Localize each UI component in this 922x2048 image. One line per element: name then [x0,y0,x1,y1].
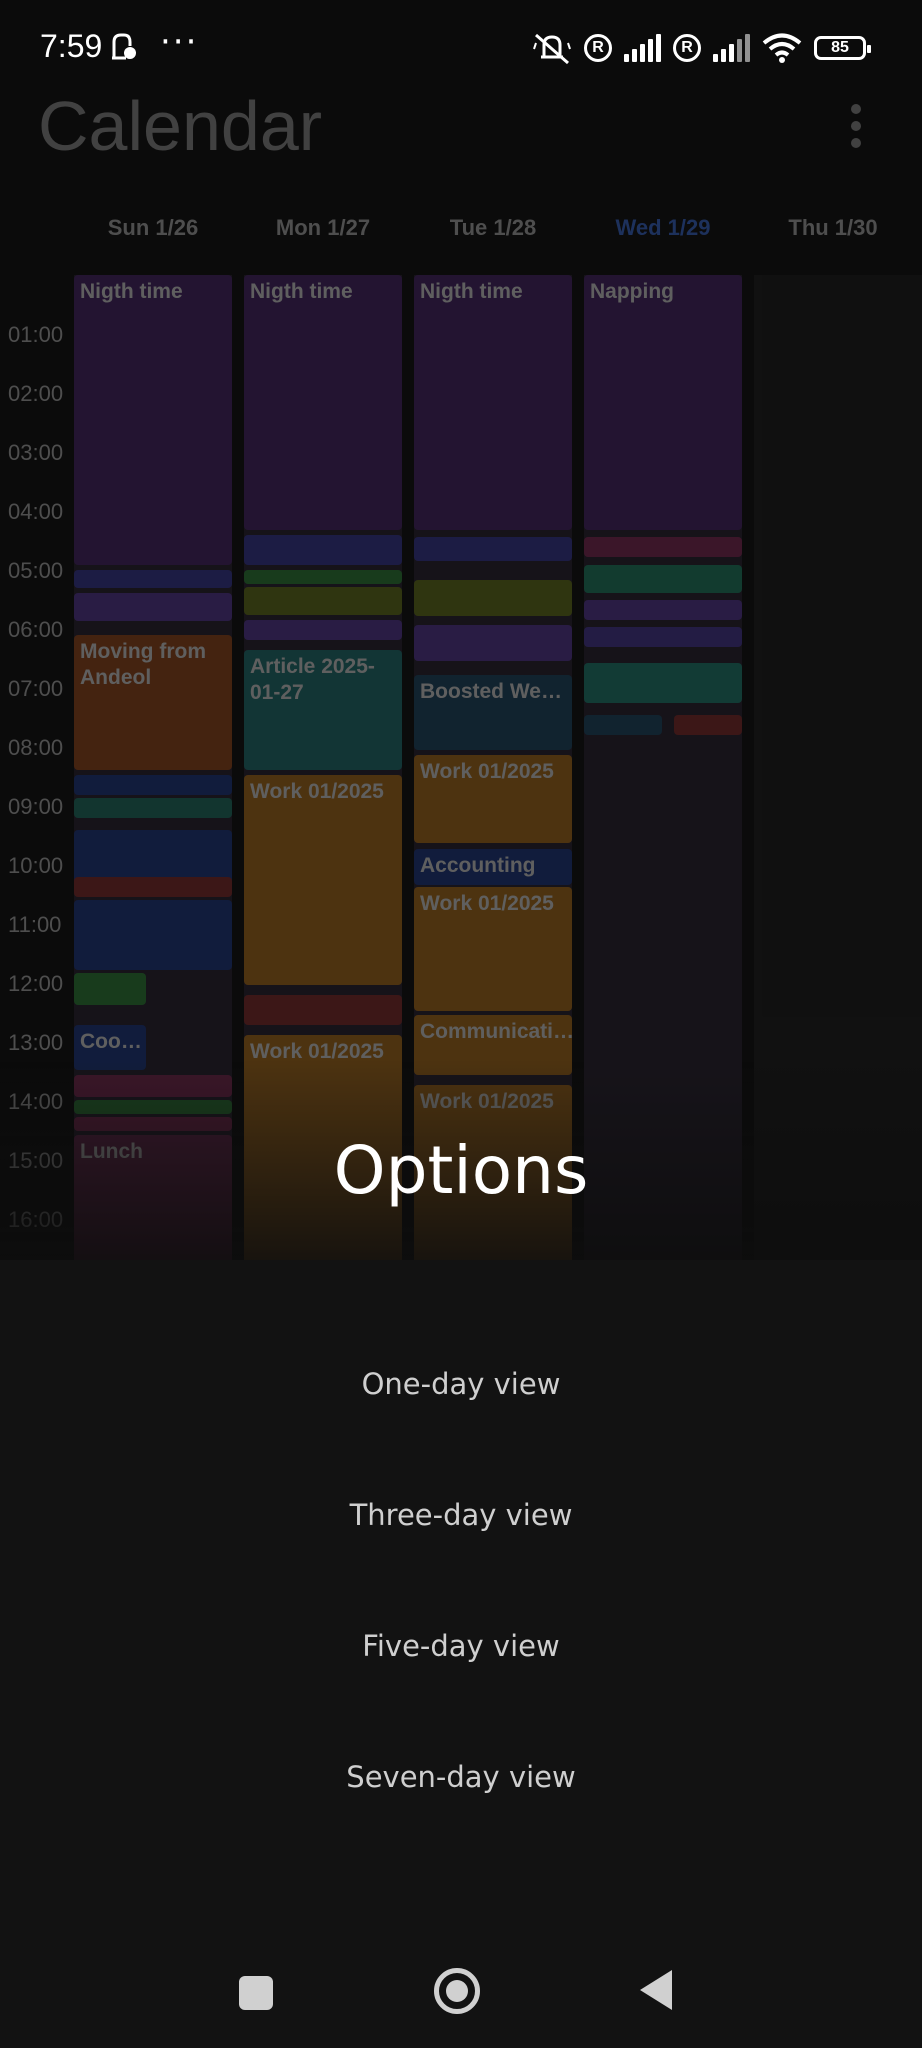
signal-icon [713,34,750,62]
event-block [414,580,572,616]
recents-square-icon[interactable] [239,1976,273,2010]
event-block [74,973,146,1005]
home-circle-icon[interactable] [434,1968,480,2014]
day-header-tue: Tue 1/28 [449,215,537,240]
event-block: Napping [584,275,742,530]
hour-label: 11:00 [8,912,62,937]
event-block: Work 01/2025 [414,887,572,1011]
mute-vibrate-icon [533,33,571,65]
event-block [244,570,402,584]
day-header-thu: Thu 1/30 [788,215,878,240]
event-block [244,620,402,640]
event-block: Article 2025-01-27 [244,650,402,770]
event-block [584,663,742,703]
more-notifications-icon: ··· [160,22,199,62]
event-block [244,535,402,565]
status-bar: 7:59 ··· R R 85 [0,0,922,100]
calendar-background: Calendar Sun 1/26 Mon 1/27 Tue 1/28 Wed … [0,0,922,1300]
day-headers: Sun 1/26 Mon 1/27 Tue 1/28 Wed 1/29 Thu … [0,215,922,255]
option-seven-day-view[interactable]: Seven-day view [261,1737,661,1817]
roaming-icon: R [584,34,612,62]
hour-label: 03:00 [8,440,64,465]
wifi-icon [762,33,802,63]
option-one-day-view[interactable]: One-day view [261,1344,661,1424]
overflow-menu-icon [850,104,862,148]
day-header-sun: Sun 1/26 [107,215,199,240]
status-time: 7:59 [40,28,103,64]
event-block: Moving from Andeol [74,635,232,770]
day-header-wed: Wed 1/29 [615,215,711,240]
event-block: Nigth time [244,275,402,530]
event-block [584,565,742,593]
navigation-bar [0,1940,922,2048]
event-block: Boosted We… [414,675,572,750]
roaming-icon: R [673,34,701,62]
event-block [244,587,402,615]
event-block [414,537,572,561]
hour-label: 06:00 [8,617,64,642]
battery-icon: 85 [814,36,871,60]
hour-label: 13:00 [8,1030,64,1055]
event-block [244,995,402,1025]
day-header-mon: Mon 1/27 [275,215,371,240]
notification-icon [112,33,136,60]
event-block [74,900,232,970]
event-block [584,600,742,620]
event-block: Work 01/2025 [244,775,402,985]
event-block [74,593,232,621]
event-block [74,877,232,897]
event-block [584,627,742,647]
hour-label: 10:00 [8,853,64,878]
hour-label: 07:00 [8,676,64,701]
event-block [74,570,232,588]
event-block: Nigth time [414,275,572,530]
event-block [74,798,232,818]
option-three-day-view[interactable]: Three-day view [261,1475,661,1555]
hour-label: 02:00 [8,381,64,406]
event-block [74,775,232,795]
event-block [584,537,742,557]
back-triangle-icon[interactable] [640,1970,672,2010]
event-block [674,715,742,735]
event-block [584,715,662,735]
hour-label: 05:00 [8,558,64,583]
event-block: Accounting [414,849,572,885]
hour-label: 08:00 [8,735,64,760]
event-block: Work 01/2025 [414,755,572,843]
hour-label: 09:00 [8,794,64,819]
hour-label: 01:00 [8,322,64,347]
hour-label: 12:00 [8,971,64,996]
signal-icon [624,34,661,62]
option-five-day-view[interactable]: Five-day view [261,1606,661,1686]
event-block: Nigth time [74,275,232,565]
options-title: Options [333,1132,589,1209]
event-block [414,625,572,661]
status-icons: R R 85 [532,28,871,68]
hour-label: 04:00 [8,499,64,524]
